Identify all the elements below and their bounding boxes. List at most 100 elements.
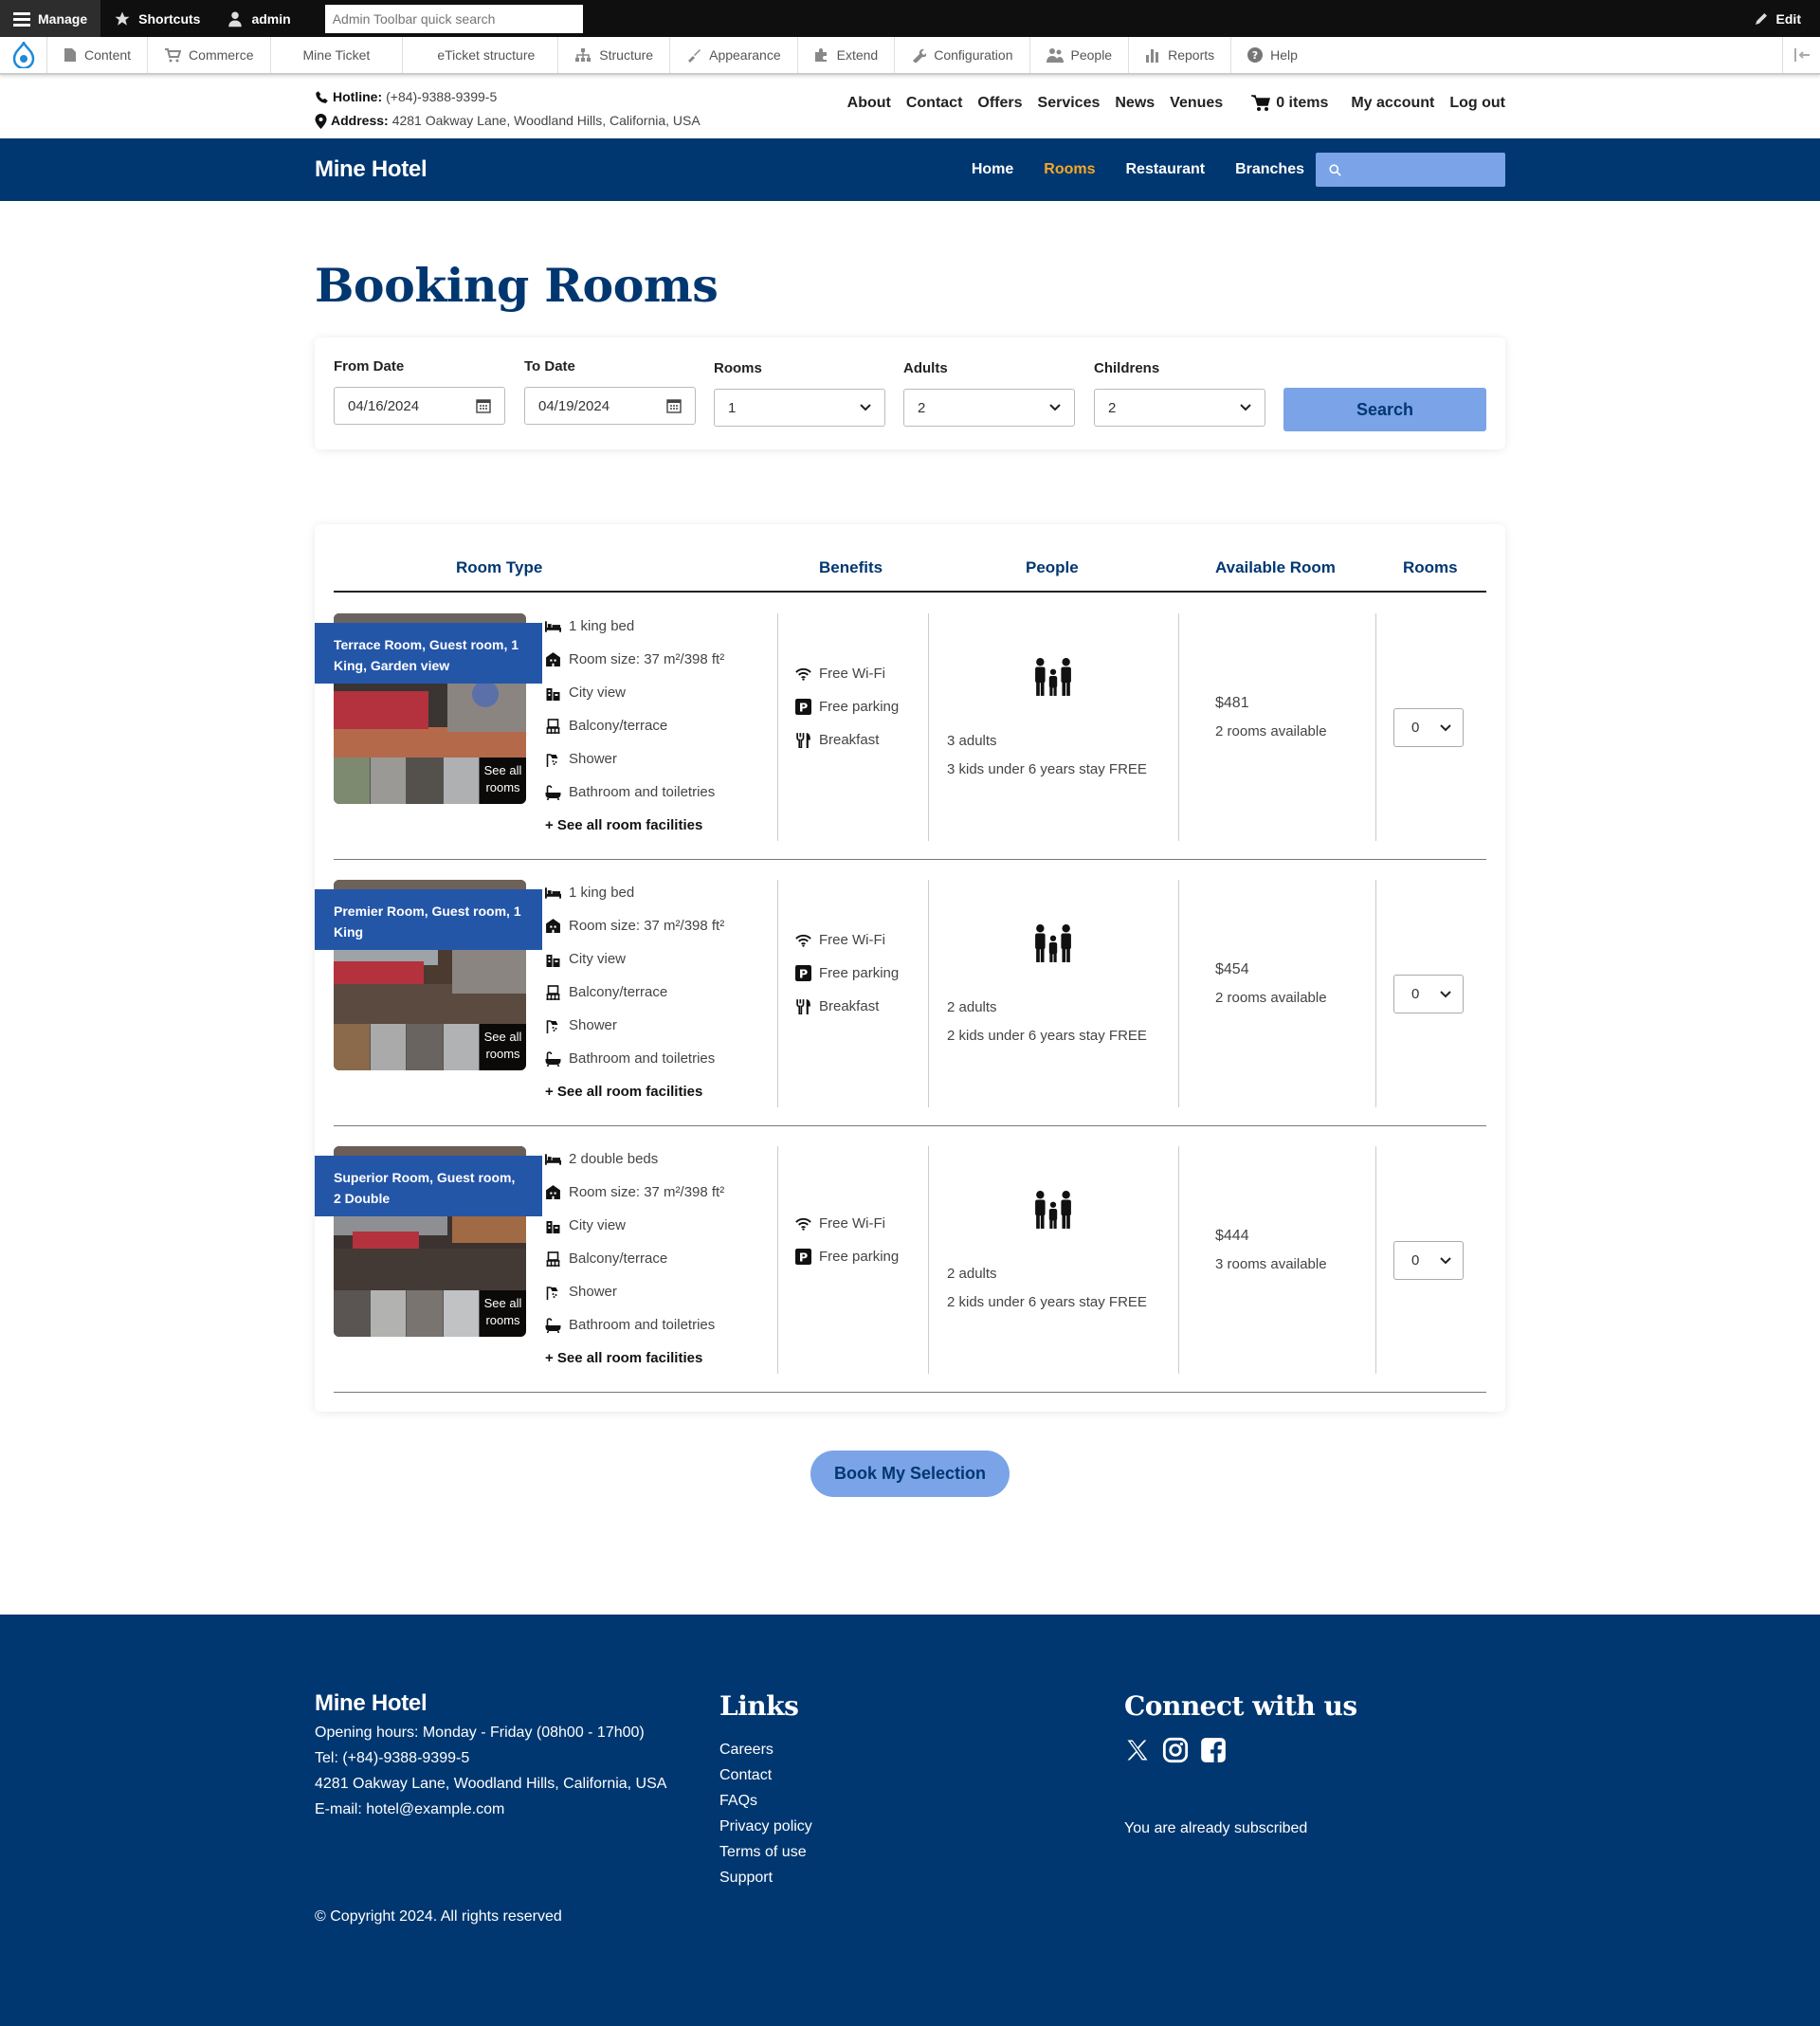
to-date-value: 04/19/2024 <box>538 397 610 414</box>
from-date-input[interactable]: 04/16/2024 <box>334 387 505 425</box>
footer-link-faqs[interactable]: FAQs <box>719 1788 812 1814</box>
admin-menu-configuration[interactable]: Configuration <box>895 37 1030 73</box>
footer-link-terms[interactable]: Terms of use <box>719 1839 812 1865</box>
address-label: Address: <box>331 113 389 128</box>
column-header-people: People <box>1026 558 1079 576</box>
my-account-link[interactable]: My account <box>1351 95 1434 112</box>
footer-link-support[interactable]: Support <box>719 1865 812 1890</box>
book-selection-button[interactable]: Book My Selection <box>810 1451 1010 1497</box>
top-nav-venues[interactable]: Venues <box>1170 95 1223 112</box>
admin-menu-label: Commerce <box>189 47 254 63</box>
children-value: 2 <box>1108 399 1117 416</box>
paintbrush-icon <box>688 49 701 63</box>
admin-menu-appearance[interactable]: Appearance <box>670 37 798 73</box>
footer-hours: Opening hours: Monday - Friday (08h00 - … <box>315 1725 645 1741</box>
instagram-icon[interactable] <box>1162 1737 1189 1763</box>
top-nav-offers[interactable]: Offers <box>977 95 1022 112</box>
toolbar-orientation-toggle[interactable] <box>1782 37 1820 73</box>
main-menu: Home Rooms Restaurant Branches <box>972 161 1304 178</box>
main-nav-rooms[interactable]: Rooms <box>1044 161 1095 178</box>
main-nav-branches[interactable]: Branches <box>1235 161 1304 178</box>
column-divider <box>928 1146 929 1374</box>
see-all-facilities-link[interactable]: + See all room facilities <box>545 809 724 842</box>
family-icon <box>1035 658 1071 696</box>
admin-menu-mine-ticket[interactable]: Mine Ticket <box>271 37 404 73</box>
thumbnail[interactable] <box>334 1290 371 1337</box>
edit-button[interactable]: Edit <box>1754 11 1820 27</box>
top-nav-news[interactable]: News <box>1115 95 1155 112</box>
room-benefits: Free Wi-Fi P Free parking <box>795 1207 899 1273</box>
thumbnail[interactable] <box>370 1290 407 1337</box>
room-quantity-select[interactable]: 0 <box>1393 1241 1464 1280</box>
facebook-icon[interactable] <box>1200 1737 1227 1763</box>
top-nav-about[interactable]: About <box>847 95 891 112</box>
admin-menu-reports[interactable]: Reports <box>1129 37 1232 73</box>
see-all-facilities-link[interactable]: + See all room facilities <box>545 1342 724 1375</box>
adults-label: Adults <box>903 360 948 376</box>
thumbnail[interactable] <box>443 757 480 804</box>
building-icon <box>546 1185 560 1199</box>
availability-cell: $454 2 rooms available <box>1196 956 1327 1013</box>
thumbnail[interactable] <box>407 1290 444 1337</box>
search-button[interactable]: Search <box>1283 388 1486 431</box>
admin-menu-help[interactable]: ? Help <box>1231 37 1314 73</box>
thumbnail[interactable] <box>407 1024 444 1070</box>
admin-menu-people[interactable]: People <box>1030 37 1130 73</box>
rooms-select[interactable]: 1 <box>714 389 885 427</box>
svg-text:P: P <box>799 967 808 981</box>
thumbnail[interactable] <box>370 1024 407 1070</box>
thumbnail[interactable] <box>334 757 371 804</box>
footer-link-privacy[interactable]: Privacy policy <box>719 1814 812 1839</box>
column-header-room-type: Room Type <box>456 558 543 576</box>
chevron-down-icon <box>1440 990 1451 997</box>
room-benefits: Free Wi-Fi P Free parking Breakfast <box>795 657 899 757</box>
toolbar-search-input[interactable] <box>324 4 583 33</box>
to-date-group: To Date 04/19/2024 <box>524 358 696 425</box>
admin-menu-commerce[interactable]: Commerce <box>148 37 271 73</box>
thumbnail[interactable] <box>443 1290 480 1337</box>
user-button[interactable]: admin <box>213 0 303 37</box>
top-nav-contact[interactable]: Contact <box>906 95 963 112</box>
thumbnail[interactable] <box>334 1024 371 1070</box>
x-twitter-icon[interactable] <box>1124 1737 1151 1763</box>
site-logo[interactable]: Mine Hotel <box>315 156 428 183</box>
column-divider <box>928 613 929 841</box>
logout-link[interactable]: Log out <box>1449 95 1505 112</box>
top-nav-services[interactable]: Services <box>1038 95 1101 112</box>
manage-button[interactable]: Manage <box>0 0 101 37</box>
drupal-logo[interactable] <box>0 37 47 73</box>
cart-link[interactable]: 0 items <box>1251 95 1328 112</box>
room-quantity-select[interactable]: 0 <box>1393 708 1464 747</box>
footer-link-careers[interactable]: Careers <box>719 1737 812 1762</box>
adults-select[interactable]: 2 <box>903 389 1075 427</box>
to-date-input[interactable]: 04/19/2024 <box>524 387 696 425</box>
shortcuts-label: Shortcuts <box>138 10 201 27</box>
main-nav-home[interactable]: Home <box>972 161 1013 178</box>
family-icon <box>1035 924 1071 962</box>
see-all-rooms-button[interactable]: See all rooms <box>480 757 526 804</box>
see-all-facilities-link[interactable]: + See all room facilities <box>545 1075 724 1108</box>
room-quantity-select[interactable]: 0 <box>1393 975 1464 1013</box>
thumbnail[interactable] <box>370 757 407 804</box>
admin-menu-eticket-structure[interactable]: eTicket structure <box>403 37 559 73</box>
admin-menu-structure[interactable]: Structure <box>558 37 671 73</box>
thumbnail[interactable] <box>443 1024 480 1070</box>
main-nav-restaurant[interactable]: Restaurant <box>1126 161 1206 178</box>
site-search-input[interactable] <box>1316 153 1505 187</box>
see-all-rooms-button[interactable]: See all rooms <box>480 1290 526 1337</box>
svg-text:P: P <box>799 701 808 715</box>
footer-link-contact[interactable]: Contact <box>719 1762 812 1788</box>
thumbnail[interactable] <box>407 757 444 804</box>
feature-text: 1 king bed <box>569 885 635 901</box>
feature-text: Shower <box>569 1017 617 1033</box>
footer-email: E-mail: hotel@example.com <box>315 1801 505 1817</box>
calendar-icon <box>476 399 491 413</box>
shortcuts-button[interactable]: Shortcuts <box>100 0 213 37</box>
column-header-benefits: Benefits <box>819 558 883 576</box>
children-select[interactable]: 2 <box>1094 389 1265 427</box>
balcony-icon <box>546 984 560 1000</box>
city-icon <box>546 954 560 967</box>
see-all-rooms-button[interactable]: See all rooms <box>480 1024 526 1070</box>
admin-menu-extend[interactable]: Extend <box>798 37 896 73</box>
admin-menu-content[interactable]: Content <box>47 37 149 73</box>
